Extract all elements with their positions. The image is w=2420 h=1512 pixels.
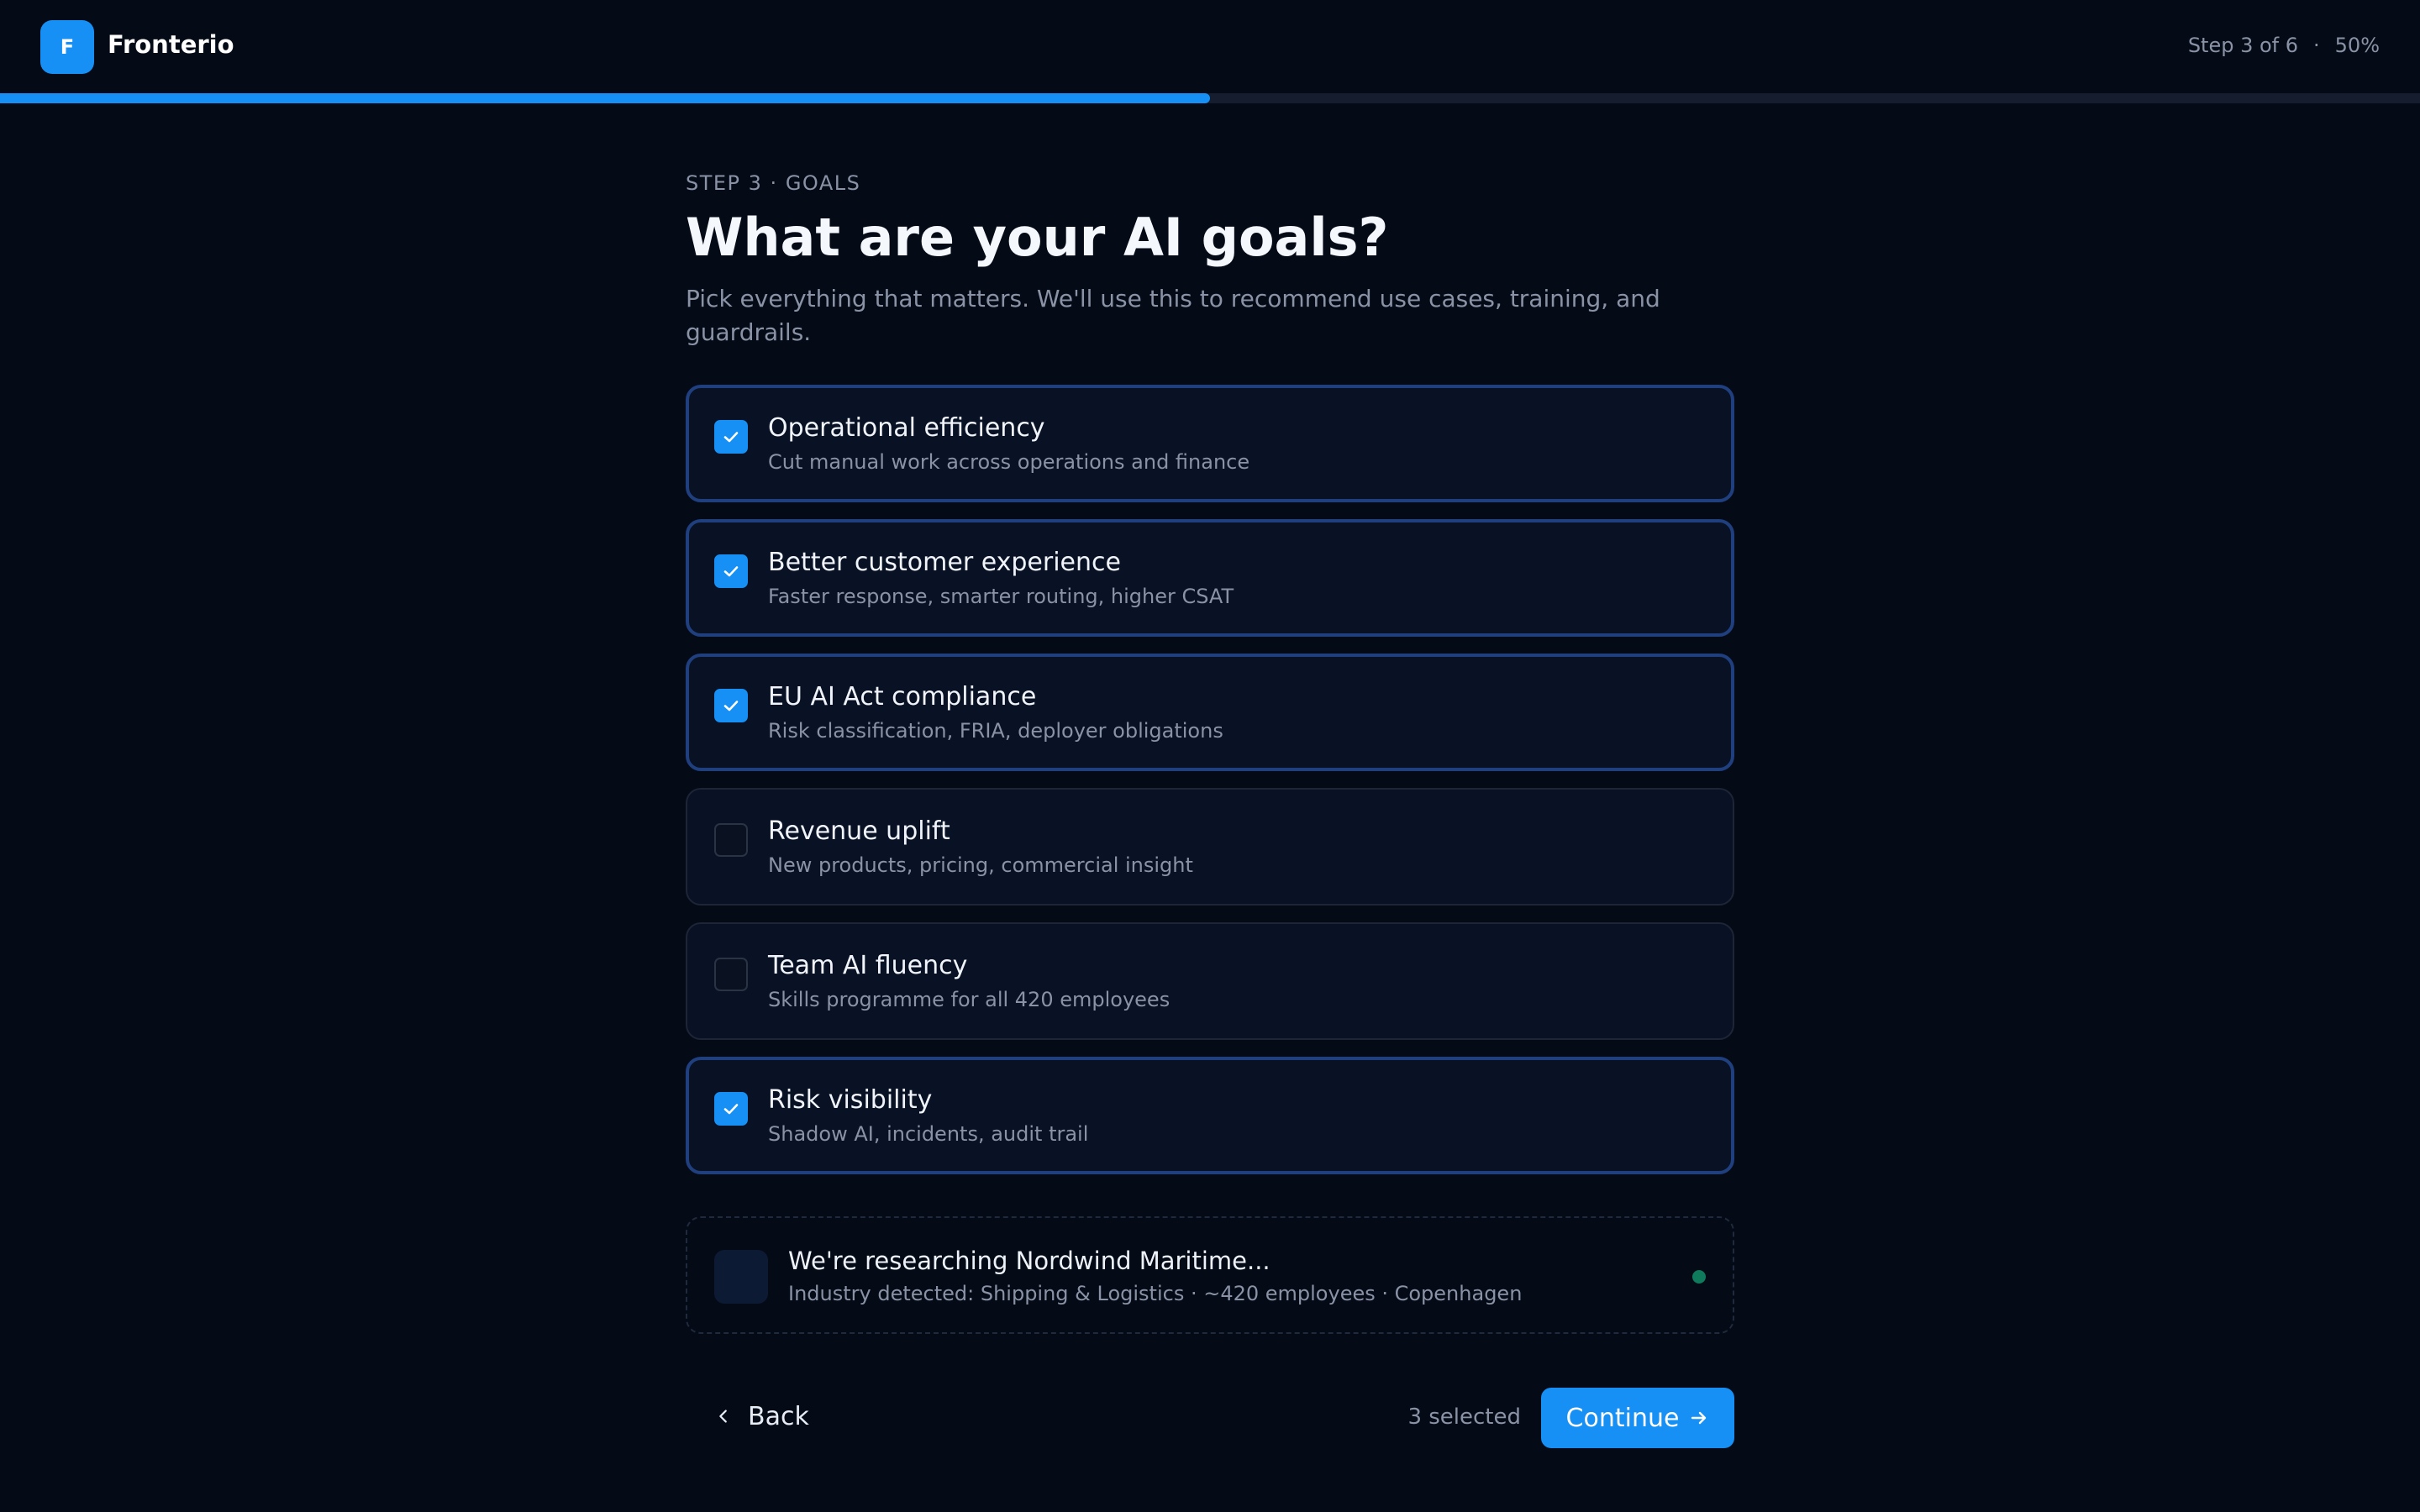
page-header: STEP 3 · GOALS What are your AI goals? P… [686, 168, 1734, 349]
goal-option[interactable]: EU AI Act compliance Risk classification,… [686, 654, 1734, 771]
brand-name: Fronterio [108, 30, 234, 59]
option-title: Risk visibility [768, 1085, 933, 1115]
company-thumbnail [714, 1250, 768, 1304]
continue-button[interactable]: Continue [1541, 1388, 1734, 1448]
option-description: Faster response, smarter routing, higher… [768, 585, 1234, 608]
research-status-card: We're researching Nordwind Maritime... I… [686, 1216, 1734, 1334]
goal-option[interactable]: Operational efficiency Cut manual work ac… [686, 385, 1734, 502]
back-button[interactable]: Back [714, 1398, 809, 1435]
check-icon [723, 566, 739, 577]
check-icon [723, 701, 739, 711]
step-eyebrow: STEP 3 · GOALS [686, 171, 861, 195]
back-label: Back [748, 1401, 809, 1431]
goal-option[interactable]: Risk visibility Shadow AI, incidents, aud… [686, 1057, 1734, 1174]
chevron-left-icon [719, 1410, 727, 1423]
progress-fill [0, 93, 1210, 103]
checkbox[interactable] [714, 554, 748, 588]
arrow-right-icon [1691, 1411, 1707, 1425]
goal-option[interactable]: Better customer experience Faster respons… [686, 519, 1734, 637]
status-dot-icon [1692, 1270, 1706, 1284]
progress-bar [0, 93, 2420, 103]
option-title: Team AI fluency [768, 951, 968, 980]
goal-option[interactable]: Team AI fluency Skills programme for all … [686, 922, 1734, 1040]
option-title: EU AI Act compliance [768, 682, 1037, 711]
goal-options: Operational efficiency Cut manual work ac… [686, 385, 1734, 1191]
research-meta: Industry detected: Shipping & Logistics … [788, 1282, 1523, 1305]
top-bar: F Fronterio Step 3 of 6 · 50% [0, 0, 2420, 92]
option-title: Operational efficiency [768, 413, 1045, 443]
page-title: What are your AI goals? [686, 207, 1389, 268]
separator: · [2313, 34, 2320, 57]
step-indicator: Step 3 of 6 · 50% [2188, 34, 2380, 57]
checkbox[interactable] [714, 958, 748, 991]
checkbox[interactable] [714, 420, 748, 454]
checkbox[interactable] [714, 823, 748, 857]
logo-icon: F [40, 20, 94, 74]
check-icon [723, 1104, 739, 1115]
option-description: New products, pricing, commercial insigh… [768, 853, 1193, 877]
selected-count: 3 selected [1407, 1404, 1521, 1430]
progress-percent: 50% [2334, 34, 2380, 57]
option-description: Shadow AI, incidents, audit trail [768, 1122, 1089, 1146]
research-title: We're researching Nordwind Maritime... [788, 1247, 1270, 1275]
step-text: Step 3 of 6 [2187, 34, 2299, 57]
option-description: Cut manual work across operations and fi… [768, 450, 1250, 474]
checkbox[interactable] [714, 1092, 748, 1126]
continue-label: Continue [1565, 1403, 1680, 1433]
option-description: Skills programme for all 420 employees [768, 988, 1171, 1011]
option-title: Revenue uplift [768, 816, 950, 846]
goal-option[interactable]: Revenue uplift New products, pricing, com… [686, 788, 1734, 906]
option-description: Risk classification, FRIA, deployer obli… [768, 719, 1223, 743]
checkbox[interactable] [714, 689, 748, 722]
page-subtitle: Pick everything that matters. We'll use … [686, 285, 1660, 346]
option-title: Better customer experience [768, 548, 1121, 577]
check-icon [723, 432, 739, 443]
